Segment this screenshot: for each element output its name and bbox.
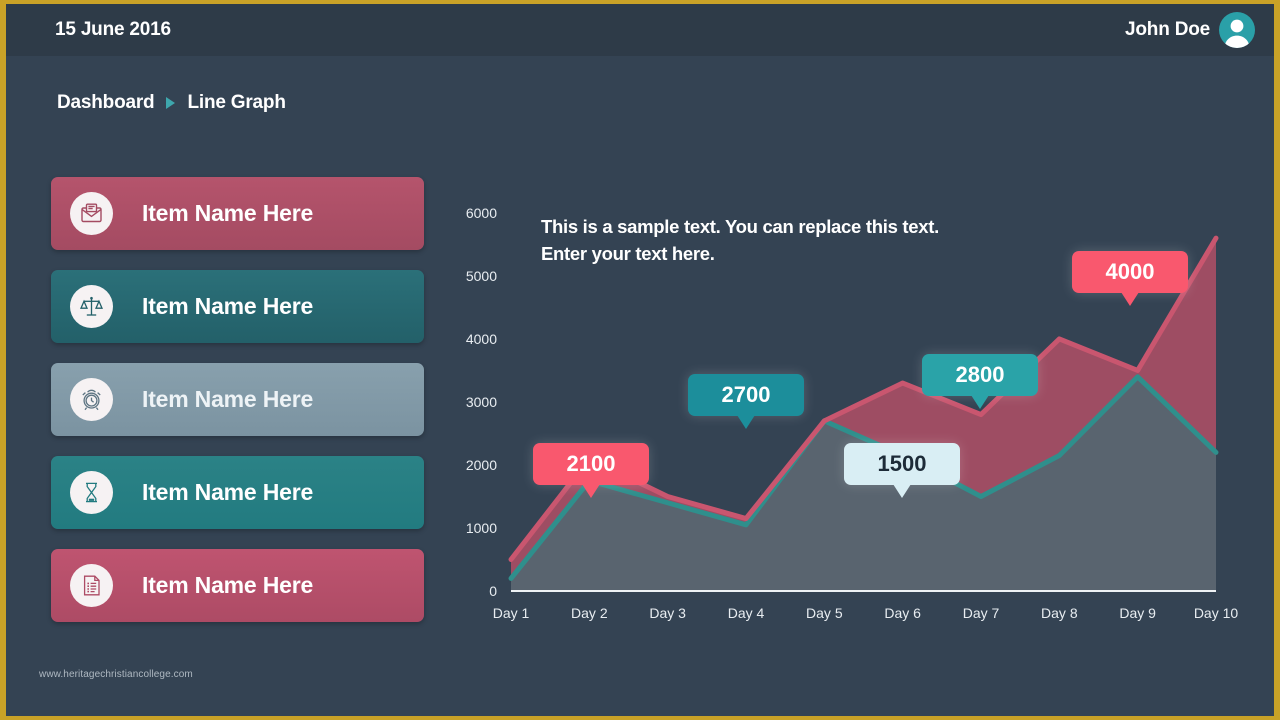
y-axis-tick-label: 2000 (466, 457, 497, 473)
chart-callout-2800[interactable]: 2800 (922, 354, 1038, 409)
y-axis-tick-label: 3000 (466, 394, 497, 410)
y-axis-tick-label: 5000 (466, 268, 497, 284)
sidebar-item-2-label: Item Name Here (142, 293, 314, 319)
x-axis-tick-label: Day 10 (1194, 605, 1239, 621)
chart-callout-2100[interactable]: 2100 (533, 443, 649, 498)
y-axis-tick-label: 1000 (466, 520, 497, 536)
breadcrumb-item-line-graph[interactable]: Line Graph (187, 92, 285, 114)
y-axis-tick-label: 0 (489, 583, 497, 599)
sidebar-menu: Item Name Here Item Name Here Item Name … (51, 177, 424, 642)
x-axis-tick-label: Day 7 (963, 605, 1000, 621)
breadcrumb-item-dashboard[interactable]: Dashboard (57, 92, 155, 114)
chart-callout-4000[interactable]: 4000 (1072, 251, 1188, 306)
x-axis-tick-label: Day 9 (1119, 605, 1156, 621)
slide-canvas: 15 June 2016 John Doe Dashboard Line Gra… (6, 4, 1274, 716)
user-name-label: John Doe (1125, 19, 1210, 40)
envelope-icon (70, 192, 113, 235)
checklist-icon (70, 564, 113, 607)
sidebar-item-3[interactable]: Item Name Here (51, 363, 424, 436)
user-avatar-icon[interactable] (1219, 12, 1255, 48)
sidebar-item-4-label: Item Name Here (142, 479, 314, 505)
breadcrumb: Dashboard Line Graph (57, 92, 286, 114)
top-header-bar: 15 June 2016 John Doe (6, 4, 1274, 56)
line-graph-chart: 0 1000 2000 3000 4000 5000 6000 Day 1 Day 2 Day 3… (446, 169, 1246, 649)
chart-sample-text: This is a sample text. You can replace t… (541, 216, 939, 264)
sidebar-item-4[interactable]: Item Name Here (51, 456, 424, 529)
x-axis-tick-label: Day 2 (571, 605, 608, 621)
y-axis-tick-label: 4000 (466, 331, 497, 347)
user-menu[interactable]: John Doe (1125, 12, 1255, 48)
sidebar-item-5[interactable]: Item Name Here (51, 549, 424, 622)
x-axis-tick-label: Day 5 (806, 605, 843, 621)
x-axis-tick-label: Day 8 (1041, 605, 1078, 621)
chart-callout-1500[interactable]: 1500 (844, 443, 960, 498)
chart-callout-2700[interactable]: 2700 (688, 374, 804, 429)
hourglass-icon (70, 471, 113, 514)
y-axis-tick-label: 6000 (466, 205, 497, 221)
x-axis-tick-label: Day 1 (493, 605, 530, 621)
watermark: www.heritagechristiancollege.com (39, 669, 193, 680)
sidebar-item-1-label: Item Name Here (142, 200, 314, 226)
header-date: 15 June 2016 (55, 19, 171, 40)
sidebar-item-5-label: Item Name Here (142, 572, 314, 598)
sidebar-item-3-label: Item Name Here (142, 386, 314, 412)
scales-icon (70, 285, 113, 328)
x-axis-tick-label: Day 4 (728, 605, 765, 621)
x-axis-tick-label: Day 6 (884, 605, 921, 621)
sidebar-item-2[interactable]: Item Name Here (51, 270, 424, 343)
x-axis-tick-label: Day 3 (649, 605, 686, 621)
alarm-clock-icon (70, 378, 113, 421)
sidebar-item-1[interactable]: Item Name Here (51, 177, 424, 250)
chevron-right-icon (166, 97, 176, 109)
